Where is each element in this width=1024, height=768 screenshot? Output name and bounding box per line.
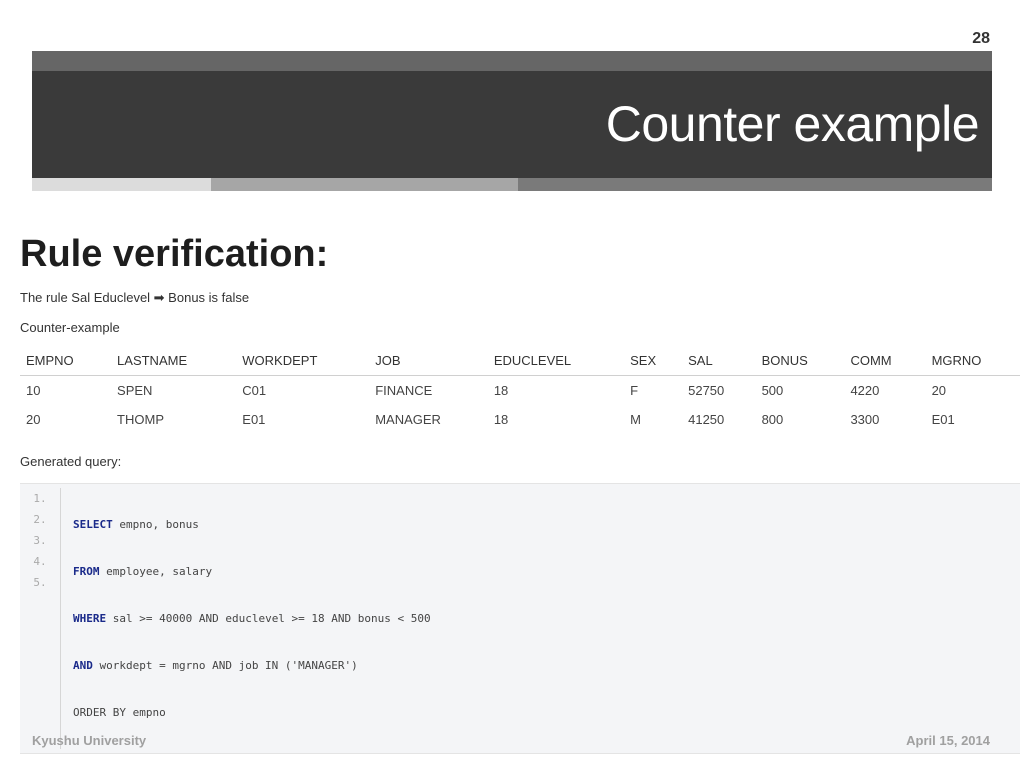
sql-keyword: SELECT [73, 518, 113, 531]
table-cell: 52750 [688, 383, 725, 398]
table-cell: 4220 [850, 383, 880, 398]
code-line: WHERE sal >= 40000 AND educlevel >= 18 A… [73, 608, 431, 629]
table-cell: 20 [931, 383, 947, 398]
column-header: COMM [844, 349, 926, 376]
accent-stripe-light [32, 178, 211, 191]
title-band: Counter example [32, 71, 992, 178]
line-number: 1. [33, 492, 47, 505]
section-heading: Rule verification: [20, 233, 329, 275]
slide-title: Counter example [605, 96, 980, 152]
sql-keyword: FROM [73, 565, 100, 578]
sql-text: sal >= 40000 AND educlevel >= 18 AND bon… [106, 612, 431, 625]
table-cell: 800 [761, 412, 784, 427]
table-cell: 18 [493, 412, 509, 427]
code-line: AND workdept = mgrno AND job IN ('MANAGE… [73, 655, 431, 676]
table-cell: F [630, 383, 639, 398]
line-number: 3. [33, 534, 47, 547]
accent-stripe-mid [211, 178, 518, 191]
line-number-gutter: 1. 2. 3. 4. 5. [20, 488, 61, 749]
table-row: 20 THOMP E01 MANAGER 18 M 41250 800 3300… [20, 405, 1020, 434]
line-number: 5. [33, 576, 47, 589]
column-header: JOB [369, 349, 488, 376]
header-band-top [32, 51, 992, 71]
page-number: 28 [972, 30, 990, 47]
rule-statement: The rule Sal Educlevel ➡ Bonus is false [20, 290, 250, 305]
table-cell: 3300 [850, 412, 880, 427]
line-number: 2. [33, 513, 47, 526]
footer-date: April 15, 2014 [906, 733, 990, 748]
line-number: 4. [33, 555, 47, 568]
column-header: EMPNO [20, 349, 112, 376]
table-cell: THOMP [117, 412, 164, 427]
table-cell: 10 [26, 383, 41, 398]
sql-code-block: 1. 2. 3. 4. 5. SELECT empno, bonus FROM … [20, 483, 1020, 754]
counter-example-label: Counter-example [20, 320, 120, 335]
table-cell: E01 [242, 412, 266, 427]
code-line: SELECT empno, bonus [73, 514, 431, 535]
sql-text: ORDER BY empno [73, 706, 166, 719]
sql-text: empno, bonus [112, 518, 199, 531]
sql-keyword: WHERE [73, 612, 107, 625]
column-header: EDUCLEVEL [487, 349, 625, 376]
table-cell: E01 [931, 412, 955, 427]
table-cell: 500 [761, 383, 784, 398]
table-cell: 20 [26, 412, 41, 427]
code-line: ORDER BY empno [73, 702, 431, 723]
table-cell: M [630, 412, 641, 427]
code-line: FROM employee, salary [73, 561, 431, 582]
column-header: SEX [624, 349, 683, 376]
sql-text: workdept = mgrno AND job IN ('MANAGER') [92, 659, 358, 672]
column-header: MGRNO [925, 349, 1020, 376]
table-header-row: EMPNO LASTNAME WORKDEPT JOB EDUCLEVEL SE… [20, 349, 1020, 376]
sql-text: employee, salary [99, 565, 213, 578]
counter-example-table: EMPNO LASTNAME WORKDEPT JOB EDUCLEVEL SE… [20, 349, 1020, 434]
footer-organization: Kyushu University [32, 733, 147, 748]
table-cell: FINANCE [375, 383, 433, 398]
table-cell: SPEN [117, 383, 153, 398]
table-cell: 18 [493, 383, 509, 398]
table-cell: 41250 [688, 412, 725, 427]
table-cell: MANAGER [375, 412, 441, 427]
generated-query-label: Generated query: [20, 454, 122, 469]
code-lines: SELECT empno, bonus FROM employee, salar… [61, 488, 431, 749]
column-header: SAL [682, 349, 756, 376]
table-row: 10 SPEN C01 FINANCE 18 F 52750 500 4220 … [20, 376, 1020, 406]
table-cell: C01 [242, 383, 267, 398]
accent-stripe-dark [518, 178, 992, 191]
slide-content: Rule verification: The rule Sal Educleve… [20, 230, 1020, 754]
column-header: BONUS [755, 349, 845, 376]
column-header: WORKDEPT [236, 349, 370, 376]
column-header: LASTNAME [111, 349, 237, 376]
sql-keyword: AND [73, 659, 93, 672]
